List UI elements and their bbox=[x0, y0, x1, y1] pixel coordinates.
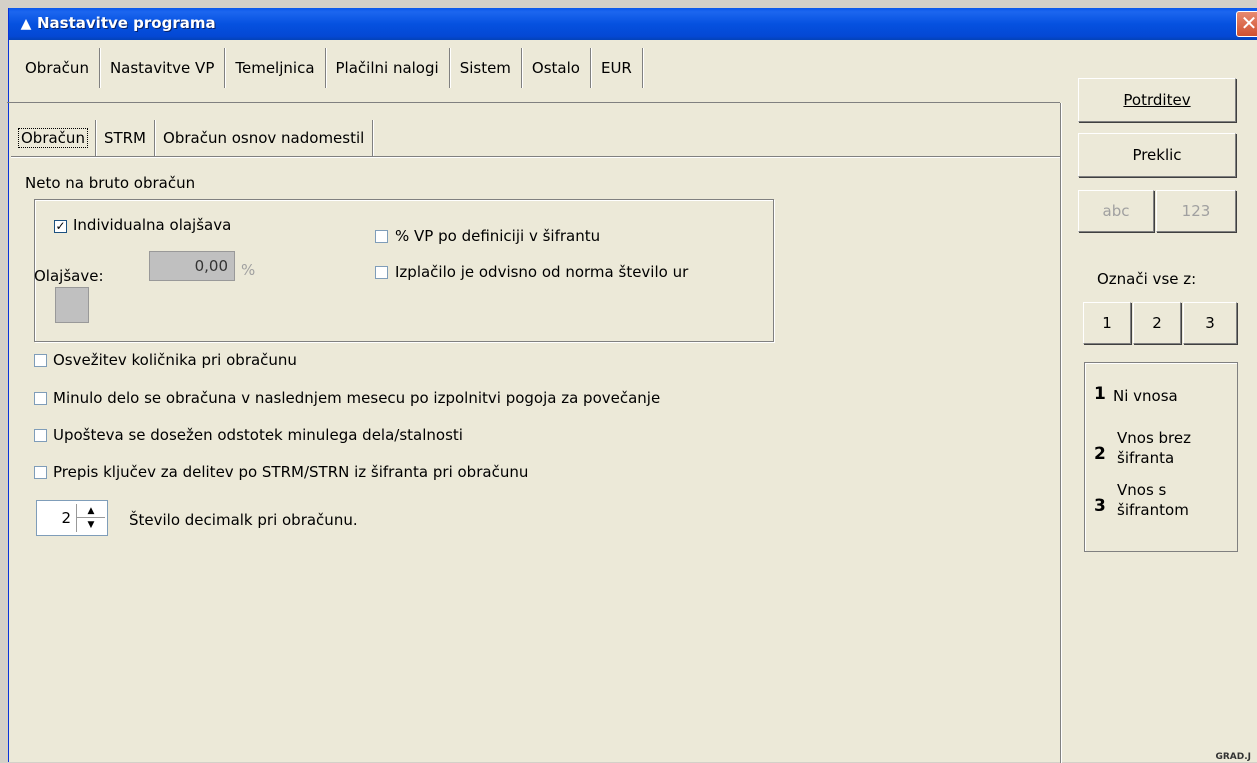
decimals-spinner[interactable]: 2 ▲ ▼ bbox=[36, 500, 108, 536]
vp-definition-label: % VP po definiciji v šifrantu bbox=[395, 227, 601, 245]
title-bar[interactable]: ▲ Nastavitve programa ✕ bbox=[9, 8, 1257, 40]
confirm-label: Potrditev bbox=[1123, 91, 1191, 109]
tab-obracun[interactable]: Obračun bbox=[15, 48, 100, 88]
spinner-buttons: ▲ ▼ bbox=[76, 504, 105, 532]
window-title: Nastavitve programa bbox=[37, 14, 216, 32]
individual-relief-checkbox[interactable]: ✓ bbox=[54, 220, 67, 233]
relief-label: Olajšave: bbox=[34, 267, 104, 285]
tab-temeljnica[interactable]: Temeljnica bbox=[225, 48, 326, 88]
mark-2-button[interactable]: 2 bbox=[1133, 302, 1181, 344]
option-checkbox[interactable] bbox=[34, 392, 47, 405]
tab-eur[interactable]: EUR bbox=[591, 48, 643, 88]
corner-label: GRAD.J bbox=[1215, 752, 1251, 762]
legend-text: Ni vnosa bbox=[1113, 387, 1178, 405]
abc-button[interactable]: abc bbox=[1078, 190, 1154, 232]
legend-num: 1 bbox=[1094, 384, 1106, 404]
relief-input[interactable]: 0,00 bbox=[149, 251, 235, 281]
neto-bruto-heading: Neto na bruto obračun bbox=[25, 174, 196, 192]
subtab-panel-highlight bbox=[11, 157, 1060, 158]
mark-1-button[interactable]: 1 bbox=[1083, 302, 1131, 344]
vp-definition-checkbox[interactable] bbox=[375, 230, 388, 243]
decimals-label: Število decimalk pri obračunu. bbox=[129, 511, 358, 529]
payout-dependent-label: Izplačilo je odvisno od norma število ur bbox=[395, 263, 689, 281]
right-panel-divider-highlight bbox=[1061, 103, 1062, 763]
option-label: Prepis ključev za delitev po STRM/STRN i… bbox=[53, 463, 529, 481]
option-label: Osvežitev količnika pri obračunu bbox=[53, 351, 297, 369]
mark-all-label: Označi vse z: bbox=[1097, 270, 1197, 288]
tab-sistem[interactable]: Sistem bbox=[450, 48, 522, 88]
subtab-obracun-label: Obračun bbox=[18, 128, 88, 148]
subtab-obracun-osnov-nadomestil[interactable]: Obračun osnov nadomestil bbox=[155, 120, 374, 156]
subtab-obracun[interactable]: Obračun bbox=[11, 120, 96, 156]
confirm-button[interactable]: Potrditev bbox=[1078, 78, 1236, 122]
legend-num: 3 bbox=[1094, 496, 1106, 516]
num-button[interactable]: 123 bbox=[1156, 190, 1236, 232]
payout-dependent-checkbox[interactable] bbox=[375, 266, 388, 279]
tab-placilni-nalogi[interactable]: Plačilni nalogi bbox=[326, 48, 450, 88]
option-label: Upošteva se dosežen odstotek minulega de… bbox=[53, 426, 463, 444]
color-swatch[interactable] bbox=[55, 287, 89, 323]
decimals-value: 2 bbox=[61, 509, 71, 527]
cancel-button[interactable]: Preklic bbox=[1078, 133, 1236, 177]
individual-relief-label: Individualna olajšava bbox=[73, 216, 232, 234]
option-checkbox[interactable] bbox=[34, 466, 47, 479]
legend-text: Vnos brez šifranta bbox=[1117, 429, 1191, 467]
sub-tab-bar: Obračun STRM Obračun osnov nadomestil bbox=[11, 120, 374, 156]
close-button[interactable]: ✕ bbox=[1236, 11, 1257, 37]
legend-text: Vnos s šifrantom bbox=[1117, 481, 1189, 519]
spin-up-icon[interactable]: ▲ bbox=[77, 504, 105, 518]
subtab-strm[interactable]: STRM bbox=[96, 120, 156, 156]
option-checkbox[interactable] bbox=[34, 354, 47, 367]
tab-nastavitve-vp[interactable]: Nastavitve VP bbox=[100, 48, 226, 88]
main-tab-bar: Obračun Nastavitve VP Temeljnica Plačiln… bbox=[15, 48, 643, 88]
legend-num: 2 bbox=[1094, 444, 1106, 464]
relief-unit: % bbox=[241, 261, 256, 279]
mark-3-button[interactable]: 3 bbox=[1183, 302, 1237, 344]
tab-ostalo[interactable]: Ostalo bbox=[522, 48, 591, 88]
option-checkbox[interactable] bbox=[34, 429, 47, 442]
app-icon: ▲ bbox=[20, 16, 32, 32]
settings-window: ▲ Nastavitve programa ✕ Obračun Nastavit… bbox=[7, 8, 1257, 763]
tab-panel-border bbox=[7, 102, 1060, 103]
option-label: Minulo delo se obračuna v naslednjem mes… bbox=[53, 389, 661, 407]
spin-down-icon[interactable]: ▼ bbox=[77, 518, 105, 532]
